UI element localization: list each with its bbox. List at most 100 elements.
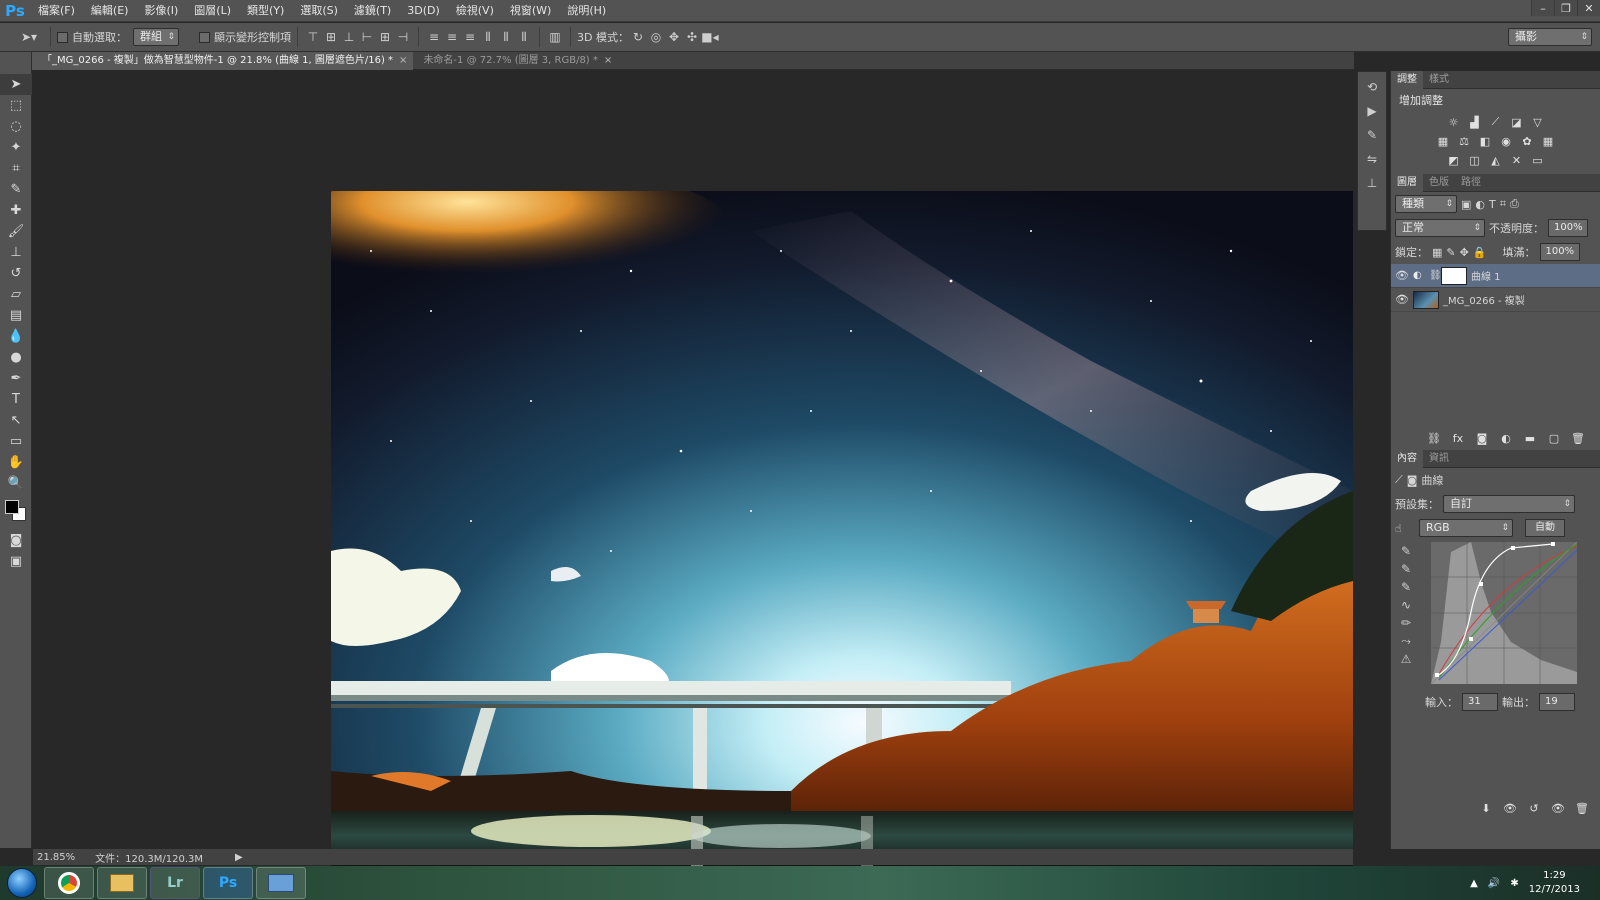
eye-icon[interactable]: 👁 <box>1391 269 1413 282</box>
taskbar-preview[interactable] <box>256 867 306 899</box>
path-select-icon[interactable]: ↖ <box>0 410 32 431</box>
lock-image-icon[interactable]: ✎ <box>1446 246 1455 259</box>
taskbar-lightroom[interactable]: Lr <box>150 867 200 899</box>
posterize-icon[interactable]: ◫ <box>1467 152 1483 168</box>
menu-select[interactable]: 選取(S) <box>292 0 346 22</box>
dodge-tool-icon[interactable]: ● <box>0 347 32 368</box>
toggle-visibility-icon[interactable]: 👁 <box>1550 800 1566 816</box>
distribute-hcenter-icon[interactable]: ⫴ <box>497 28 515 46</box>
delete-adjustment-icon[interactable]: 🗑 <box>1574 800 1590 816</box>
lock-position-icon[interactable]: ✥ <box>1460 246 1469 259</box>
pen-tool-icon[interactable]: ✒ <box>0 368 32 389</box>
menu-window[interactable]: 視窗(W) <box>502 0 559 22</box>
blur-tool-icon[interactable]: 💧 <box>0 326 32 347</box>
hue-saturation-icon[interactable]: ▦ <box>1435 133 1451 149</box>
layer-row-image[interactable]: 👁 _MG_0266 - 複製 <box>1391 288 1600 312</box>
photo-filter-icon[interactable]: ◉ <box>1498 133 1514 149</box>
new-layer-icon[interactable]: ▢ <box>1546 430 1562 446</box>
smooth-curve-icon[interactable]: ⤳ <box>1397 632 1415 650</box>
tab-styles[interactable]: 樣式 <box>1423 71 1455 89</box>
add-mask-icon[interactable]: ◙ <box>1474 430 1490 446</box>
selective-color-icon[interactable]: ✕ <box>1509 152 1525 168</box>
tab-info[interactable]: 資訊 <box>1423 450 1455 468</box>
clone-source-icon[interactable]: ⊥ <box>1363 174 1381 192</box>
clock[interactable]: 1:29 12/7/2013 <box>1529 869 1580 897</box>
auto-button[interactable]: 自動 <box>1525 519 1565 537</box>
marquee-tool-icon[interactable]: ⬚ <box>0 95 32 116</box>
volume-icon[interactable]: 🔊 <box>1488 878 1500 889</box>
auto-select-dropdown[interactable]: 群組 <box>133 28 179 46</box>
clone-stamp-icon[interactable]: ⊥ <box>0 242 32 263</box>
crop-tool-icon[interactable]: ⌗ <box>0 158 32 179</box>
gray-point-eyedropper-icon[interactable]: ✎ <box>1397 560 1415 578</box>
3d-drag-icon[interactable]: ✥ <box>665 28 683 46</box>
layer-filter-dropdown[interactable]: 種類 <box>1395 195 1457 213</box>
brush-tool-icon[interactable]: 🖌 <box>0 221 32 242</box>
hand-tool-icon[interactable]: ✋ <box>0 452 32 473</box>
brush-presets-icon[interactable]: ✎ <box>1363 126 1381 144</box>
filter-shape-icon[interactable]: ⌗ <box>1500 197 1506 211</box>
menu-edit[interactable]: 編輯(E) <box>83 0 137 22</box>
3d-slide-icon[interactable]: ✣ <box>683 28 701 46</box>
layer-thumbnail[interactable] <box>1413 290 1439 309</box>
align-hcenter-icon[interactable]: ⊞ <box>376 28 394 46</box>
status-menu-icon[interactable]: ▶ <box>235 852 243 863</box>
distribute-left-icon[interactable]: ⫴ <box>479 28 497 46</box>
tool-presets-icon[interactable]: ⇋ <box>1363 150 1381 168</box>
distribute-top-icon[interactable]: ≡ <box>425 28 443 46</box>
actions-panel-icon[interactable]: ▶ <box>1363 102 1381 120</box>
mask-icon[interactable]: ◙ <box>1407 474 1418 487</box>
filter-adjustment-icon[interactable]: ◐ <box>1475 198 1485 211</box>
black-white-icon[interactable]: ◧ <box>1477 133 1493 149</box>
input-field[interactable]: 31 <box>1462 693 1498 711</box>
menu-file[interactable]: 檔案(F) <box>30 0 83 22</box>
new-group-icon[interactable]: ▬ <box>1522 430 1538 446</box>
auto-align-icon[interactable]: ▥ <box>546 28 564 46</box>
taskbar-photoshop[interactable]: Ps <box>203 867 253 899</box>
lasso-tool-icon[interactable]: ◌ <box>0 116 32 137</box>
tab-paths[interactable]: 路徑 <box>1455 174 1487 192</box>
curve-pencil-icon[interactable]: ✏ <box>1397 614 1415 632</box>
color-balance-icon[interactable]: ⚖ <box>1456 133 1472 149</box>
lock-transparent-icon[interactable]: ▦ <box>1432 246 1442 259</box>
black-point-eyedropper-icon[interactable]: ✎ <box>1397 542 1415 560</box>
auto-select-checkbox[interactable] <box>57 31 68 43</box>
eraser-icon[interactable]: ▱ <box>0 284 32 305</box>
menu-filter[interactable]: 濾鏡(T) <box>346 0 399 22</box>
menu-help[interactable]: 說明(H) <box>559 0 614 22</box>
delete-layer-icon[interactable]: 🗑 <box>1570 430 1586 446</box>
filter-smart-icon[interactable]: ⎙ <box>1510 197 1519 211</box>
menu-type[interactable]: 類型(Y) <box>239 0 292 22</box>
filter-pixel-icon[interactable]: ▣ <box>1461 198 1471 211</box>
align-right-icon[interactable]: ⊣ <box>394 28 412 46</box>
threshold-icon[interactable]: ◭ <box>1488 152 1504 168</box>
move-tool-icon[interactable]: ➤ <box>0 74 32 95</box>
channel-mixer-icon[interactable]: ✿ <box>1519 133 1535 149</box>
gradient-tool-icon[interactable]: ▤ <box>0 305 32 326</box>
clip-to-layer-icon[interactable]: ⬇ <box>1478 800 1494 816</box>
quick-mask-icon[interactable]: ◙ <box>0 530 32 551</box>
blend-mode-dropdown[interactable]: 正常 <box>1395 219 1485 237</box>
close-button[interactable]: ✕ <box>1577 0 1600 16</box>
opacity-input[interactable]: 100% <box>1548 219 1588 237</box>
show-transform-checkbox[interactable] <box>199 31 210 43</box>
output-field[interactable]: 19 <box>1539 693 1575 711</box>
align-vcenter-icon[interactable]: ⊞ <box>322 28 340 46</box>
restore-button[interactable]: ❐ <box>1554 0 1577 16</box>
move-tool-preset-icon[interactable]: ➤▾ <box>14 28 44 46</box>
view-previous-icon[interactable]: 👁 <box>1502 800 1518 816</box>
align-left-icon[interactable]: ⊢ <box>358 28 376 46</box>
align-bottom-icon[interactable]: ⊥ <box>340 28 358 46</box>
document-image[interactable] <box>331 191 1353 873</box>
taskbar-chrome[interactable] <box>44 867 94 899</box>
minimize-button[interactable]: – <box>1531 0 1554 16</box>
eye-icon[interactable]: 👁 <box>1391 293 1413 306</box>
network-icon[interactable]: ✱ <box>1510 878 1518 889</box>
menu-layer[interactable]: 圖層(L) <box>186 0 239 22</box>
distribute-bottom-icon[interactable]: ≡ <box>461 28 479 46</box>
channel-dropdown[interactable]: RGB <box>1419 519 1513 537</box>
curves-icon[interactable]: ⟋ <box>1488 114 1504 130</box>
workspace-dropdown[interactable]: 攝影 <box>1508 28 1592 46</box>
show-hidden-icons-icon[interactable]: ▲ <box>1470 878 1478 889</box>
filter-type-icon[interactable]: T <box>1489 198 1496 211</box>
